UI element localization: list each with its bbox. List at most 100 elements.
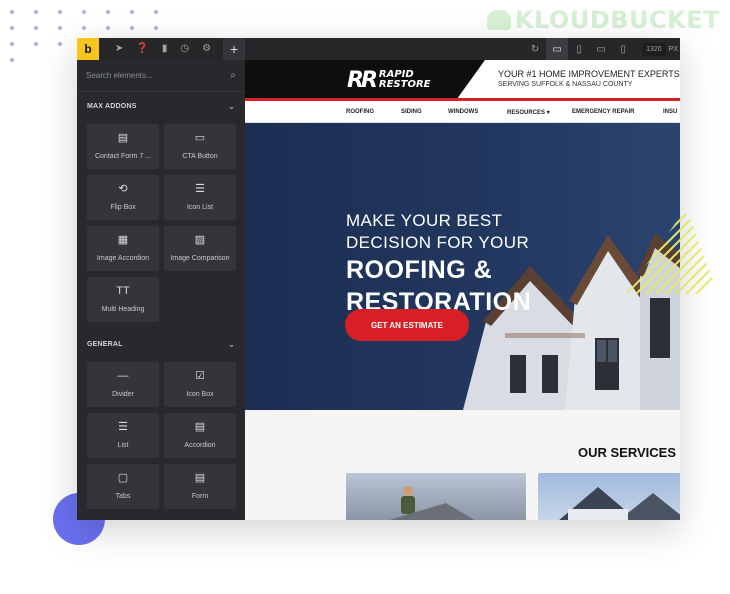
watermark-logo: KLOUDBUCKET bbox=[486, 6, 720, 34]
decorative-dot bbox=[10, 42, 14, 46]
tabs-icon: ▢ bbox=[117, 472, 129, 484]
form-icon: ▤ bbox=[194, 472, 206, 484]
decorative-dot bbox=[130, 26, 134, 30]
element-tile-label: Tabs bbox=[115, 493, 131, 500]
site-tagline: YOUR #1 HOME IMPROVEMENT EXPERTS bbox=[498, 69, 680, 79]
desktop-icon[interactable]: ▭ bbox=[546, 38, 569, 60]
toolbar-icon-group: ➤ ❓ ▮ ◷ ⚙ bbox=[115, 44, 211, 54]
icon-box-icon: ☑ bbox=[195, 370, 205, 382]
list-icon: ☰ bbox=[118, 421, 128, 433]
element-tile[interactable]: ▤ Contact Form 7 ... bbox=[87, 124, 159, 169]
category-max-addons[interactable]: MAX ADDONS ⌄ bbox=[77, 92, 245, 120]
decorative-dot bbox=[10, 10, 14, 14]
element-tile[interactable]: ☰ Icon List bbox=[164, 175, 236, 220]
multi-heading-icon: TT bbox=[116, 285, 130, 297]
elements-sidebar: ⌕ MAX ADDONS ⌄ ▤ Contact Form 7 ... ▭ CTA B… bbox=[77, 60, 245, 520]
element-tile[interactable]: TT Multi Heading bbox=[87, 277, 159, 322]
services-title: OUR SERVICES bbox=[578, 445, 677, 460]
chevron-down-icon: ⌄ bbox=[228, 339, 235, 349]
logo-mark: RR bbox=[347, 67, 378, 93]
element-tile[interactable]: ☑ Icon Box bbox=[164, 362, 236, 407]
nav-insurance[interactable]: INSU bbox=[663, 109, 677, 115]
element-tile[interactable]: ▤ Accordion bbox=[164, 413, 236, 458]
hero-line-3: ROOFING & bbox=[346, 256, 493, 284]
element-tile-label: List bbox=[117, 442, 129, 449]
category-label: MAX ADDONS bbox=[87, 102, 137, 110]
nav-windows[interactable]: WINDOWS bbox=[448, 109, 478, 115]
decorative-dot bbox=[58, 42, 62, 46]
nav-roofing[interactable]: ROOFING bbox=[346, 109, 374, 115]
site-logo[interactable]: RR RAPID RESTORE bbox=[245, 60, 485, 100]
get-estimate-button[interactable]: GET AN ESTIMATE bbox=[345, 309, 469, 341]
editor-window: b ➤ ❓ ▮ ◷ ⚙ + ↻ ▭ ▯ ▭ ▯ 1320 PX Search e… bbox=[77, 38, 680, 520]
page-icon[interactable]: ▮ bbox=[162, 44, 168, 54]
site-preview: RR RAPID RESTORE YOUR #1 HOME IMPROVEMEN… bbox=[245, 60, 680, 520]
element-tile-label: Image Comparison bbox=[170, 255, 230, 262]
decorative-dot bbox=[154, 26, 158, 30]
accordion-icon: ▤ bbox=[194, 421, 206, 433]
logo-wordmark: RAPID RESTORE bbox=[379, 70, 431, 90]
element-tile[interactable]: ▤ Form bbox=[164, 464, 236, 509]
site-header: RR RAPID RESTORE YOUR #1 HOME IMPROVEMEN… bbox=[245, 60, 680, 101]
decorative-dot bbox=[82, 10, 86, 14]
category-general[interactable]: GENERAL ⌄ bbox=[77, 330, 245, 358]
tablet-landscape-icon[interactable]: ▭ bbox=[590, 38, 612, 60]
logo-line2: RESTORE bbox=[378, 79, 431, 90]
element-tile[interactable]: — Divider bbox=[87, 362, 159, 407]
search-input[interactable] bbox=[86, 71, 231, 80]
category-label: GENERAL bbox=[87, 340, 123, 348]
services-section: OUR SERVICES bbox=[245, 410, 680, 520]
element-tile[interactable]: ▭ CTA Button bbox=[164, 124, 236, 169]
general-grid: — Divider ☑ Icon Box ☰ List ▤ Accordion ▢ Tabs ▤ Fo… bbox=[77, 358, 245, 517]
image-accordion-icon: ▦ bbox=[117, 234, 129, 246]
history-icon[interactable]: ◷ bbox=[180, 44, 189, 54]
site-nav: ROOFING SIDING WINDOWS RESOURCES ▾ EMERG… bbox=[245, 101, 680, 123]
element-tile-label: Image Accordion bbox=[96, 255, 150, 262]
max-addons-grid: ▤ Contact Form 7 ... ▭ CTA Button ⟲ Flip Box ☰… bbox=[77, 120, 245, 330]
element-tile[interactable]: ☰ List bbox=[87, 413, 159, 458]
cloud-icon bbox=[486, 10, 511, 30]
nav-resources[interactable]: RESOURCES ▾ bbox=[507, 109, 550, 116]
worker-photo bbox=[389, 486, 475, 520]
decorative-dot bbox=[130, 10, 134, 14]
settings-icon[interactable]: ⚙ bbox=[202, 44, 211, 54]
help-icon[interactable]: ❓ bbox=[136, 44, 148, 54]
add-element-button[interactable]: + bbox=[223, 38, 246, 60]
decorative-dot bbox=[58, 10, 62, 14]
search-icon[interactable]: ⌕ bbox=[230, 70, 236, 81]
tablet-portrait-icon[interactable]: ▯ bbox=[568, 38, 590, 60]
element-tile[interactable]: ⟲ Flip Box bbox=[87, 175, 159, 220]
mobile-icon[interactable]: ▯ bbox=[612, 38, 634, 60]
cursor-icon[interactable]: ➤ bbox=[115, 44, 123, 54]
element-tile-label: Icon Box bbox=[186, 391, 214, 398]
element-tile-label: CTA Button bbox=[182, 153, 218, 160]
house-photo bbox=[559, 487, 680, 520]
element-tile[interactable]: ▢ Tabs bbox=[87, 464, 159, 509]
service-card-image[interactable] bbox=[346, 473, 526, 520]
decorative-dot bbox=[10, 26, 14, 30]
refresh-icon[interactable]: ↻ bbox=[524, 38, 546, 60]
element-tile-label: Contact Form 7 ... bbox=[94, 153, 152, 160]
element-tile-label: Flip Box bbox=[110, 204, 136, 211]
decorative-dot bbox=[10, 58, 14, 62]
decorative-dot bbox=[58, 26, 62, 30]
decorative-dot bbox=[82, 26, 86, 30]
site-subtagline: SERVING SUFFOLK & NASSAU COUNTY bbox=[498, 81, 633, 88]
decorative-triangle bbox=[626, 213, 718, 294]
hero-line-1: MAKE YOUR BEST bbox=[346, 211, 503, 230]
cta-button-icon: ▭ bbox=[194, 132, 206, 144]
canvas-width-input[interactable]: 1320 bbox=[642, 42, 666, 56]
element-tile[interactable]: ▨ Image Comparison bbox=[164, 226, 236, 271]
element-tile[interactable]: ▦ Image Accordion bbox=[87, 226, 159, 271]
service-card-image[interactable] bbox=[538, 473, 680, 520]
nav-siding[interactable]: SIDING bbox=[401, 109, 422, 115]
nav-emergency-repair[interactable]: EMERGENCY REPAIR bbox=[572, 109, 634, 115]
decorative-dot bbox=[34, 42, 38, 46]
builder-logo[interactable]: b bbox=[77, 38, 99, 60]
element-tile-label: Divider bbox=[112, 391, 134, 398]
image-comparison-icon: ▨ bbox=[194, 234, 206, 246]
hero-section: MAKE YOUR BEST DECISION FOR YOUR ROOFING… bbox=[245, 123, 680, 410]
icon-list-icon: ☰ bbox=[195, 183, 205, 195]
element-tile-label: Multi Heading bbox=[101, 306, 145, 313]
contact-form-icon: ▤ bbox=[117, 132, 129, 144]
